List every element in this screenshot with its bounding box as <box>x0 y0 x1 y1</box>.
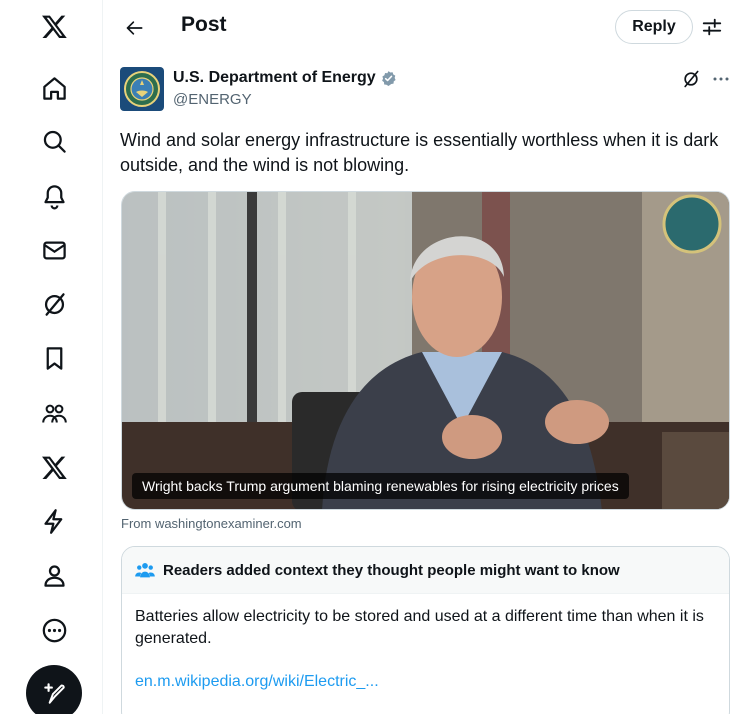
premium-icon[interactable] <box>38 451 70 483</box>
search-icon[interactable] <box>38 125 70 157</box>
verified-orgs-icon[interactable] <box>38 505 70 537</box>
post-more-button[interactable] <box>710 68 730 90</box>
back-button[interactable] <box>118 11 152 45</box>
compose-icon <box>44 683 65 704</box>
arrow-left-icon <box>126 21 143 35</box>
verified-badge-icon <box>381 70 396 86</box>
avatar[interactable] <box>120 67 164 111</box>
grok-icon[interactable] <box>38 288 70 320</box>
reply-button[interactable]: Reply <box>615 10 693 44</box>
page-header: Post Reply <box>104 0 730 54</box>
sliders-icon <box>702 18 722 36</box>
communities-icon[interactable] <box>38 397 70 429</box>
nav-rail <box>0 0 103 714</box>
people-icon <box>135 563 155 578</box>
community-note-body: Batteries allow electricity to be stored… <box>135 608 704 647</box>
grok-icon <box>684 70 699 88</box>
article-photo <box>122 192 729 509</box>
grok-explain-button[interactable] <box>680 68 702 90</box>
page-title: Post <box>181 13 227 36</box>
x-logo-icon[interactable] <box>38 10 70 42</box>
author-name-text: U.S. Department of Energy <box>173 69 376 86</box>
community-note-header[interactable]: Readers added context they thought peopl… <box>122 547 729 594</box>
ellipsis-icon <box>713 77 729 81</box>
notifications-icon[interactable] <box>38 180 70 212</box>
more-icon[interactable] <box>38 614 70 646</box>
community-note: Readers added context they thought peopl… <box>121 546 730 714</box>
post-text: Wind and solar energy infrastructure is … <box>120 130 719 175</box>
community-note-link[interactable]: en.m.wikipedia.org/wiki/Electric_... <box>135 673 379 691</box>
reply-settings-button[interactable] <box>699 14 725 40</box>
bookmarks-icon[interactable] <box>38 342 70 374</box>
profile-icon[interactable] <box>38 559 70 591</box>
doe-seal-logo <box>120 67 164 111</box>
post-media-card[interactable] <box>121 191 730 510</box>
author-handle[interactable]: @ENERGY <box>173 91 252 108</box>
author-name[interactable]: U.S. Department of Energy <box>173 69 397 87</box>
compose-post-button[interactable] <box>26 665 82 714</box>
media-caption: Wright backs Trump argument blaming rene… <box>132 473 629 499</box>
home-icon[interactable] <box>38 72 70 104</box>
media-source[interactable]: From washingtonexaminer.com <box>121 516 302 531</box>
community-note-title: Readers added context they thought peopl… <box>163 561 620 579</box>
messages-icon[interactable] <box>38 234 70 266</box>
